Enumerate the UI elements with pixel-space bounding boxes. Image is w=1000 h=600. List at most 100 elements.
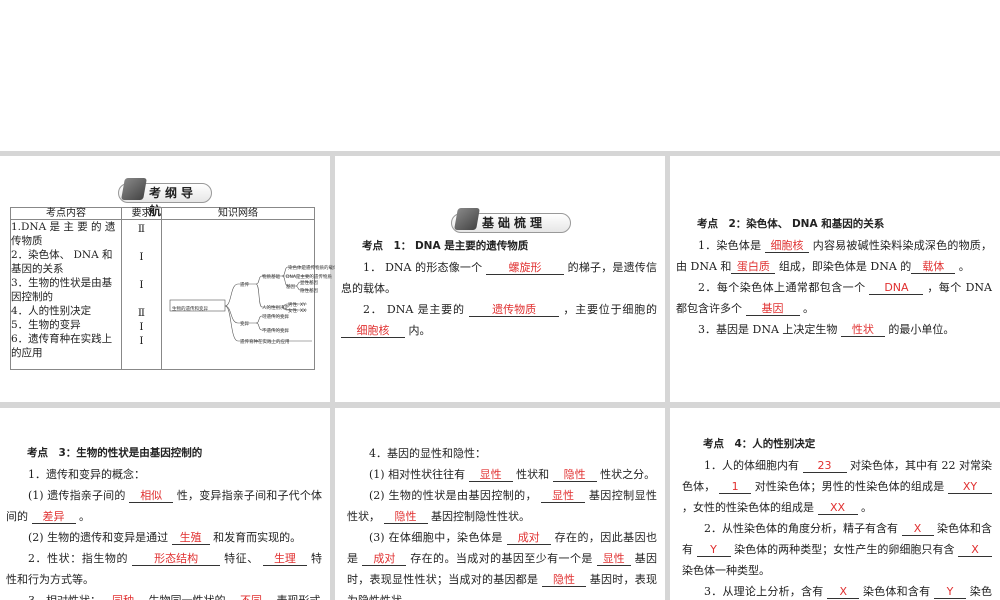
- mindmap-gene: 基因: [286, 285, 295, 290]
- mindmap-heredity: 遗传: [240, 283, 249, 288]
- answer-blank: 细胞核: [765, 239, 810, 253]
- answer-blank: 成对: [362, 552, 407, 566]
- mindmap-female: 女性: XX: [288, 309, 307, 314]
- topic-heading: 考点 4：人的性别决定: [682, 434, 992, 455]
- requirement-level: Ⅱ: [137, 307, 146, 319]
- content-block: 考点 3：生物的性状是由基因控制的 1．遗传和变异的概念： (1) 遗传指亲子间的 …: [6, 443, 322, 600]
- mindmap-root: 生物的遗传和变异: [172, 307, 208, 312]
- paragraph: 2．性状：指生物的 形态结构 特征、 生理 特性和行为方式等。: [6, 548, 322, 590]
- text: 染色体的两种类型；女性产生的卵细胞只有含: [730, 543, 958, 556]
- answer-blank: 形态结构: [132, 552, 221, 566]
- answer-blank: 成对: [506, 531, 551, 545]
- text: (3) 在体细胞中，染色体是: [369, 531, 507, 544]
- outline-table: 考点内容 要求 知识网络 1.DNA 是 主 要 的 遗 传物质 2．染色体、 D…: [10, 207, 338, 370]
- text: (2) 生物的遗传和变异是通过: [28, 531, 172, 544]
- section-banner: 考纲导航: [118, 178, 212, 218]
- outline-item: 6．遗传育种在实践上 的应用: [11, 333, 113, 359]
- answer-blank: 蛋白质: [731, 260, 776, 274]
- answer-blank: 隐性: [383, 510, 428, 524]
- mindmap-basis: 物质基础: [262, 275, 280, 280]
- answer-blank: X: [901, 522, 934, 536]
- text: 性状和: [512, 468, 553, 481]
- content-block: 4．基因的显性和隐性： (1) 相对性状往往有 显性 性状和 隐性 性状之分。 (2…: [347, 443, 657, 600]
- text: 性状之分。: [596, 468, 656, 481]
- paragraph: 3．从理论上分析，含有 X 染色体和含有 Y 染色体: [682, 581, 992, 600]
- content-block: 考点 1： DNA 是主要的遗传物质 1． DNA 的形态像一个 螺旋形 的梯子，…: [341, 236, 657, 341]
- paragraph: (3) 在体细胞中，染色体是 成对 存在的，因此基因也是 成对 存在的。当成对的…: [347, 527, 657, 600]
- requirement-list: Ⅱ Ⅰ Ⅰ Ⅱ Ⅰ Ⅰ: [121, 219, 162, 370]
- mindmap-heritable-variation: 可遗传的变异: [262, 315, 289, 320]
- text: 组成，即染色体是 DNA 的: [775, 260, 912, 273]
- answer-blank: X: [827, 585, 860, 599]
- paragraph: 1．染色体是 细胞核 内容易被碱性染料染成深色的物质，由 DNA 和蛋白质 组成…: [676, 235, 992, 277]
- paragraph: (1) 相对性状往往有 显性 性状和 隐性 性状之分。: [347, 464, 657, 485]
- answer-blank: X: [958, 543, 992, 557]
- text: 2．从性染色体的角度分析，精子有含有: [704, 522, 902, 535]
- header-requirement: 要求: [121, 207, 162, 220]
- book-icon: [454, 208, 480, 230]
- slide-basics-3: 考点 3：生物的性状是由基因控制的 1．遗传和变异的概念： (1) 遗传指亲子间的 …: [0, 408, 330, 600]
- answer-blank: 相似: [129, 489, 174, 503]
- text: 1． DNA 的形态像一个: [363, 261, 486, 274]
- answer-blank: 隐性: [552, 468, 597, 482]
- answer-blank: DNA: [869, 281, 924, 295]
- answer-blank: 不同: [229, 594, 273, 600]
- answer-blank: XX: [817, 501, 858, 515]
- text: 2．每个染色体上通常都包含一个: [698, 281, 870, 294]
- text: 染色体一种类型。: [682, 564, 770, 577]
- requirement-level: Ⅰ: [139, 251, 144, 263]
- text: 4．基因的显性和隐性：: [369, 447, 486, 460]
- content-block: 考点 2：染色体、 DNA 和基因的关系 1．染色体是 细胞核 内容易被碱性染料染…: [676, 214, 992, 340]
- text: 。: [955, 260, 970, 273]
- text: 对性染色体；男性的性染色体的组成是: [751, 480, 948, 493]
- header-content: 考点内容: [10, 207, 122, 220]
- outline-item: 1.DNA 是 主 要 的 遗 传物质: [11, 221, 116, 247]
- header-knowledge-network: 知识网络: [161, 207, 315, 220]
- text: 内。: [405, 324, 431, 337]
- answer-blank: 细胞核: [341, 324, 405, 338]
- section-banner: 基础梳理: [451, 208, 571, 233]
- text: 考点 2：染色体、 DNA 和基因的关系: [697, 218, 885, 230]
- text: 考点 3：生物的性状是由基因控制的: [27, 447, 203, 459]
- text: 2．性状：指生物的: [28, 552, 133, 565]
- requirement-level: Ⅰ: [139, 279, 144, 291]
- content-block: 考点 4：人的性别决定 1．人的体细胞内有 23 对染色体，其中有 22 对常染色…: [682, 434, 992, 600]
- answer-blank: 遗传物质: [469, 303, 560, 317]
- answer-blank: 基因: [745, 302, 800, 316]
- text: 。: [799, 302, 814, 315]
- paragraph: 4．基因的显性和隐性：: [347, 443, 657, 464]
- slide-basics-1: 基础梳理 考点 1： DNA 是主要的遗传物质 1． DNA 的形态像一个 螺旋形…: [335, 156, 665, 402]
- text: (1) 相对性状往往有: [369, 468, 469, 481]
- paragraph: 2．从性染色体的角度分析，精子有含有 X 染色体和含有 Y 染色体的两种类型；女…: [682, 518, 992, 581]
- text: 。: [75, 510, 90, 523]
- outline-item: 4．人的性别决定: [11, 305, 92, 317]
- text: (2) 生物的性状是由基因控制的，: [369, 489, 541, 502]
- text: 和发育而实现的。: [209, 531, 302, 544]
- mindmap-breeding: 遗传育种在实践上的应用: [240, 340, 290, 345]
- paragraph: (1) 遗传指亲子间的 相似 性，变异指亲子间和子代个体间的 差异 。: [6, 485, 322, 527]
- answer-blank: Y: [696, 543, 731, 557]
- text: 3．基因是 DNA 上决定生物: [698, 323, 841, 336]
- paragraph: 1． DNA 的形态像一个 螺旋形 的梯子，是遗传信息的载体。: [341, 257, 657, 299]
- text: 生物同一性状的: [145, 594, 229, 600]
- answer-blank: 1: [719, 480, 752, 494]
- answer-blank: 载体: [911, 260, 956, 274]
- paragraph: (2) 生物的性状是由基因控制的， 显性 基因控制显性性状， 隐性 基因控制隐性…: [347, 485, 657, 527]
- paragraph: 3．相对性状：同种 生物同一性状的 不同 表现形式: [6, 590, 322, 600]
- answer-blank: 隐性: [542, 573, 586, 587]
- text: 表现形式: [273, 594, 320, 600]
- text: 1．染色体是: [698, 239, 766, 252]
- topic-heading: 考点 1： DNA 是主要的遗传物质: [341, 236, 657, 257]
- answer-blank: 显性: [540, 489, 585, 503]
- topic-heading: 考点 2：染色体、 DNA 和基因的关系: [676, 214, 992, 235]
- knowledge-network: 生物的遗传和变异 遗传 物质基础 染色体是遗传物质的载体 DNA是主要的遗传物质…: [161, 219, 338, 370]
- text: ，主要位于细胞的: [559, 303, 657, 316]
- paragraph: 2．每个染色体上通常都包含一个 DNA ，每个 DNA 都包含许多个 基因 。: [676, 277, 992, 319]
- paragraph: 1．人的体细胞内有 23 对染色体，其中有 22 对常染色体， 1 对性染色体；…: [682, 455, 992, 518]
- slide-basics-5: 考点 4：人的性别决定 1．人的体细胞内有 23 对染色体，其中有 22 对常染色…: [670, 408, 1000, 600]
- requirement-level: Ⅱ: [137, 223, 146, 235]
- mindmap-recessive-gene: 隐性基因: [300, 289, 318, 294]
- paragraph: 1．遗传和变异的概念：: [6, 464, 322, 485]
- text: 特征、: [220, 552, 263, 565]
- text: (1) 遗传指亲子间的: [28, 489, 130, 502]
